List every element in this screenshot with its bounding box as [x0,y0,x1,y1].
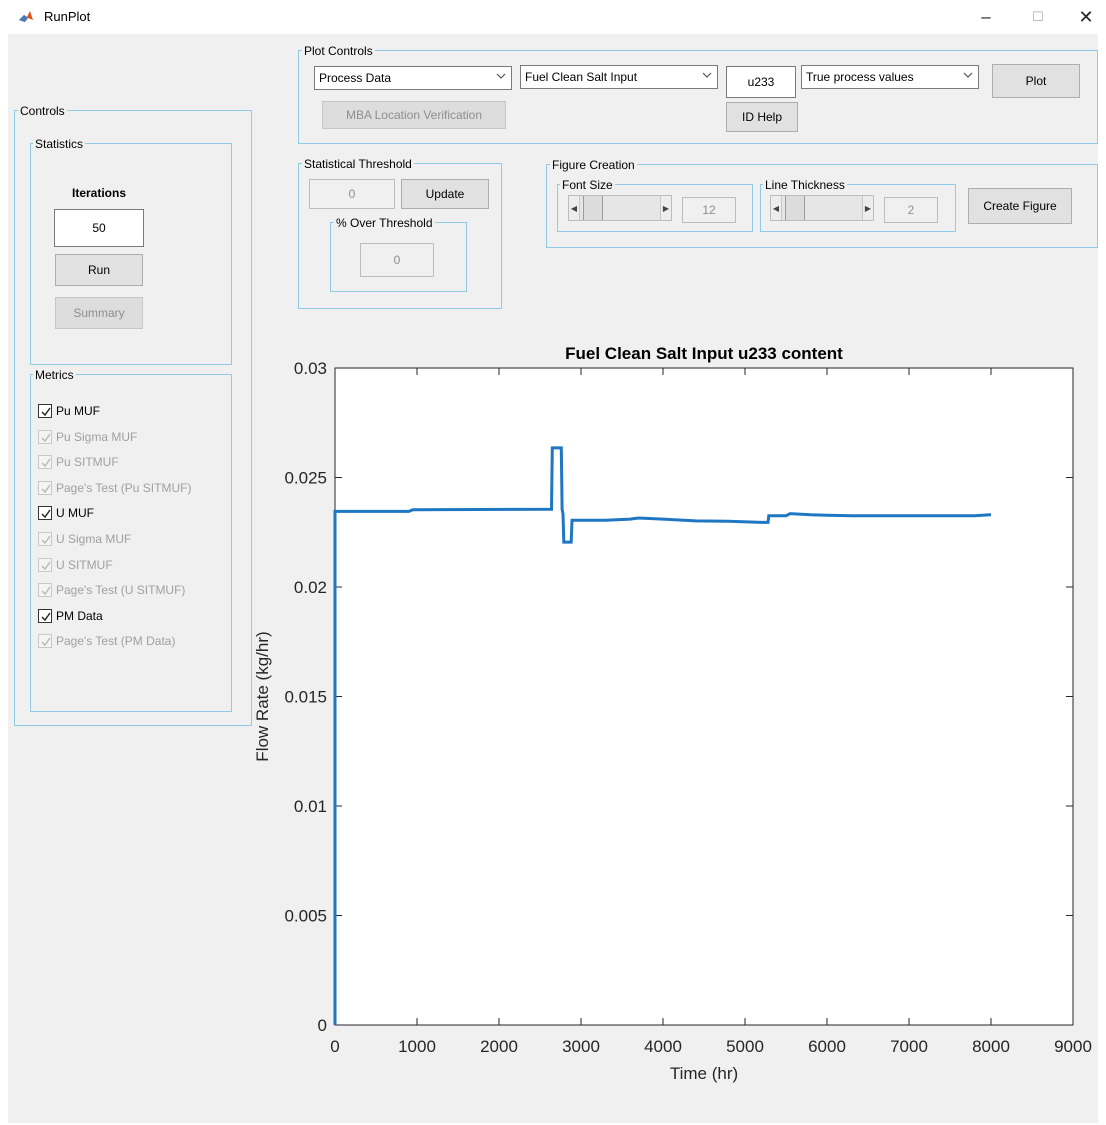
font-size-label: Font Size [560,178,615,192]
metric-checkbox[interactable]: Pu SITMUF [38,453,119,471]
metric-label: Page's Test (Pu SITMUF) [56,481,192,495]
checkbox-icon[interactable] [38,506,52,520]
x-tick-label: 8000 [972,1037,1010,1056]
x-tick-label: 6000 [808,1037,846,1056]
arrow-right-icon[interactable]: ▶ [862,196,873,220]
checkbox-icon[interactable] [38,558,52,572]
x-tick-label: 9000 [1054,1037,1092,1056]
mba-verification-button[interactable]: MBA Location Verification [322,101,506,129]
x-tick-label: 4000 [644,1037,682,1056]
figure-creation-label: Figure Creation [550,158,637,172]
metric-checkbox[interactable]: Page's Test (U SITMUF) [38,581,185,599]
metric-checkbox[interactable]: Pu MUF [38,402,100,420]
arrow-left-icon[interactable]: ◀ [771,196,782,220]
y-tick-label: 0 [318,1016,327,1035]
metric-label: Pu MUF [56,404,101,418]
metric-label: Page's Test (U SITMUF) [56,583,186,597]
metric-label: PM Data [56,609,103,623]
checkbox-icon[interactable] [38,532,52,546]
flow-rate-chart[interactable]: 0 1000 2000 3000 4000 5000 6000 7000 8000 9000 0 0.… [240,330,1100,1090]
line-thickness-slider-thumb[interactable] [785,196,805,220]
y-tick-label: 0.025 [284,469,327,488]
checkbox-icon[interactable] [38,583,52,597]
matlab-icon [18,9,34,25]
minimize-icon[interactable]: – [963,4,1009,30]
create-figure-button[interactable]: Create Figure [968,188,1072,224]
metric-label: Page's Test (PM Data) [56,634,176,648]
arrow-left-icon[interactable]: ◀ [569,196,580,220]
iterations-label: Iterations [71,186,126,200]
x-tick-label: 1000 [398,1037,436,1056]
isotope-input[interactable]: u233 [726,66,796,98]
checkbox-icon[interactable] [38,634,52,648]
update-button[interactable]: Update [401,179,489,209]
iterations-input[interactable]: 50 [54,209,144,247]
run-button[interactable]: Run [55,254,143,286]
over-threshold-label: % Over Threshold [334,216,435,230]
controls-label: Controls [18,104,67,118]
value-type-value: True process values [806,70,914,84]
metric-label: Pu Sigma MUF [56,430,138,444]
summary-button[interactable]: Summary [55,297,143,329]
id-help-button[interactable]: ID Help [726,102,798,132]
data-source-dropdown[interactable]: Process Data [314,66,512,90]
checkbox-icon[interactable] [38,455,52,469]
metric-checkbox[interactable]: Pu Sigma MUF [38,428,137,446]
metric-label: Pu SITMUF [56,455,119,469]
plot-controls-label: Plot Controls [302,44,375,58]
x-tick-label: 5000 [726,1037,764,1056]
metric-checkbox[interactable]: U Sigma MUF [38,530,131,548]
window-title: RunPlot [44,9,91,24]
arrow-right-icon[interactable]: ▶ [660,196,671,220]
y-tick-label: 0.02 [294,578,327,597]
chevron-down-icon [963,72,973,78]
over-threshold-value: 0 [360,243,434,277]
font-size-slider[interactable]: ◀ ▶ [568,195,672,221]
metric-label: U Sigma MUF [56,532,132,546]
plot-button[interactable]: Plot [992,64,1080,98]
stream-dropdown[interactable]: Fuel Clean Salt Input [520,65,718,89]
line-thickness-value: 2 [884,197,938,223]
x-axis-label: Time (hr) [670,1064,738,1083]
checkbox-icon[interactable] [38,481,52,495]
metric-checkbox[interactable]: Page's Test (PM Data) [38,632,175,650]
font-size-slider-thumb[interactable] [583,196,603,220]
x-tick-label: 0 [330,1037,339,1056]
line-thickness-slider[interactable]: ◀ ▶ [770,195,874,221]
metric-label: U SITMUF [56,558,113,572]
checkbox-icon[interactable] [38,609,52,623]
y-tick-label: 0.005 [284,907,327,926]
checkbox-icon[interactable] [38,404,52,418]
y-tick-label: 0.03 [294,359,327,378]
chevron-down-icon [702,72,712,78]
stream-value: Fuel Clean Salt Input [525,70,638,84]
chevron-down-icon [496,73,506,79]
y-axis-label: Flow Rate (kg/hr) [253,631,272,761]
data-source-value: Process Data [319,71,392,85]
statistical-threshold-label: Statistical Threshold [302,157,414,171]
metric-checkbox[interactable]: Page's Test (Pu SITMUF) [38,479,191,497]
chart-title: Fuel Clean Salt Input u233 content [565,344,843,363]
title-bar: RunPlot – ☐ ✕ [0,0,1106,34]
line-thickness-label: Line Thickness [763,178,847,192]
close-icon[interactable]: ✕ [1063,4,1106,30]
y-tick-label: 0.01 [294,797,327,816]
checkbox-icon[interactable] [38,430,52,444]
threshold-input[interactable]: 0 [309,179,395,209]
y-tick-label: 0.015 [284,688,327,707]
plot-area [334,367,1074,1026]
x-tick-label: 2000 [480,1037,518,1056]
font-size-value: 12 [682,197,736,223]
metrics-label: Metrics [33,368,76,382]
x-tick-label: 3000 [562,1037,600,1056]
metric-checkbox[interactable]: PM Data [38,607,103,625]
value-type-dropdown[interactable]: True process values [801,65,979,89]
statistics-label: Statistics [33,137,86,151]
metric-checkbox[interactable]: U MUF [38,504,94,522]
metric-checkbox[interactable]: U SITMUF [38,556,113,574]
maximize-icon[interactable]: ☐ [1015,4,1061,30]
x-tick-label: 7000 [890,1037,928,1056]
metric-label: U MUF [56,506,94,520]
